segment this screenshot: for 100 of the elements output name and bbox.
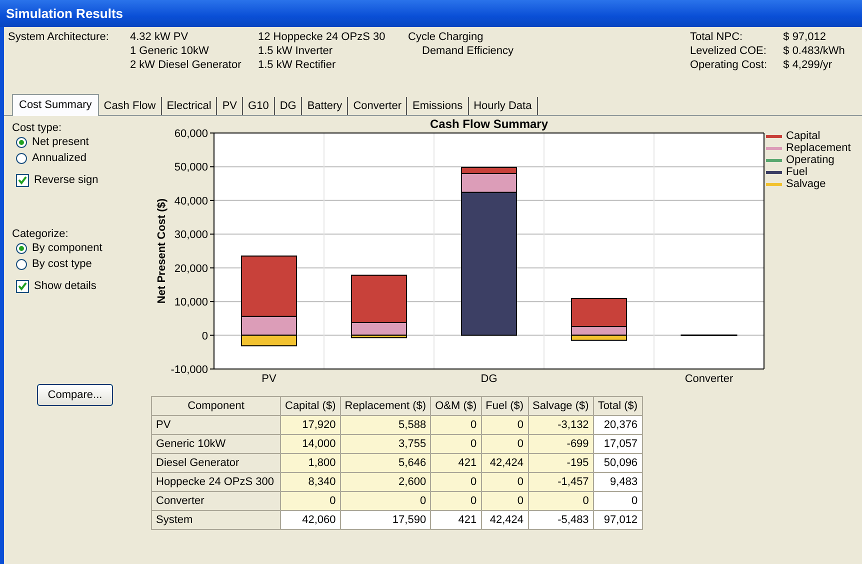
table-cell: 17,057 (593, 434, 642, 454)
group-label: Categorize: (12, 228, 70, 240)
column-header: Fuel ($) (481, 396, 528, 416)
y-tick-label: 0 (202, 330, 208, 342)
table-cell: 0 (280, 492, 340, 510)
table-cell: 0 (481, 434, 528, 454)
table-cell: 20,376 (593, 416, 642, 434)
tab[interactable]: Battery (302, 97, 348, 115)
table-cell: -5,483 (528, 510, 594, 530)
table-cell: Diesel Generator (152, 454, 280, 472)
total-label: Total NPC: (690, 31, 744, 43)
table-cell: 42,424 (481, 510, 528, 530)
legend-label: Replacement (786, 142, 851, 154)
table-cell: 421 (430, 454, 482, 472)
table-cell: 5,588 (340, 416, 431, 434)
table-cell: 42,060 (280, 510, 340, 530)
column-header: Replacement ($) (340, 396, 431, 416)
tab[interactable]: DG (274, 97, 302, 115)
legend-label: Salvage (786, 178, 826, 190)
table-cell: 50,096 (593, 454, 642, 472)
table-cell: 42,424 (481, 454, 528, 472)
column-header: Capital ($) (280, 396, 340, 416)
option-label: Net present (32, 136, 89, 148)
table-cell: PV (152, 416, 280, 434)
tab[interactable]: Cash Flow (98, 97, 162, 115)
group-label: Cost type: (12, 122, 63, 134)
total-value: $ 0.483/kWh (783, 45, 846, 57)
chart-title: Cash Flow Summary (430, 117, 548, 131)
architecture-item: 1 Generic 10kW (130, 45, 210, 57)
table-cell: 0 (430, 492, 482, 510)
tab[interactable]: G10 (243, 97, 275, 115)
architecture-item: 1.5 kW Inverter (258, 45, 334, 57)
legend-label: Fuel (786, 166, 808, 178)
y-tick-label: 50,000 (174, 162, 208, 174)
total-label: Levelized COE: (690, 45, 768, 57)
table-cell: 0 (481, 492, 528, 510)
total-label: Operating Cost: (690, 59, 768, 71)
checkbox-label: Show details (34, 280, 96, 292)
checkbox-label: Reverse sign (34, 174, 98, 186)
x-tick-label: Converter (684, 373, 734, 385)
tab[interactable]: Emissions (407, 97, 469, 115)
tab[interactable]: Electrical (162, 97, 218, 115)
tab[interactable]: PV (217, 97, 244, 115)
architecture-item: Cycle Charging (408, 31, 484, 43)
window-title: Simulation Results (0, 0, 862, 27)
y-axis-title: Net Present Cost ($) (156, 198, 168, 304)
option-label: By cost type (32, 258, 92, 270)
table-cell: 0 (593, 492, 642, 510)
architecture-label: System Architecture: (8, 31, 110, 45)
x-tick-label: PV (262, 373, 276, 385)
y-tick-label: 30,000 (174, 229, 208, 242)
column-header: Salvage ($) (528, 396, 594, 416)
tab[interactable]: Cost Summary (12, 94, 99, 116)
table-cell: 8,340 (280, 472, 340, 492)
column-header: Component (152, 396, 280, 416)
table-cell: 421 (430, 510, 482, 530)
compare-button[interactable]: Compare... (37, 384, 113, 406)
table-cell: 1,800 (280, 454, 340, 472)
table-cell: 0 (481, 416, 528, 434)
table-cell: -1,457 (528, 472, 594, 492)
option-label: Annualized (32, 152, 86, 164)
architecture-item: 2 kW Diesel Generator (130, 59, 242, 71)
table-cell: 0 (528, 492, 594, 510)
architecture-item: 12 Hoppecke 24 OPzS 30 (258, 31, 386, 43)
y-tick-label: 60,000 (174, 128, 208, 140)
x-tick-label: DG (480, 373, 498, 385)
table-cell: 17,920 (280, 416, 340, 434)
table-cell: -699 (528, 434, 594, 454)
y-tick-label: 20,000 (174, 262, 208, 275)
y-tick-label: -10,000 (170, 364, 208, 376)
architecture-item: 1.5 kW Rectifier (258, 59, 337, 71)
column-header: Total ($) (593, 396, 642, 416)
table-cell: 14,000 (280, 434, 340, 454)
y-tick-label: 40,000 (174, 195, 208, 208)
table-cell: 0 (481, 472, 528, 492)
total-value: $ 4,299/yr (783, 59, 834, 71)
table-cell: 0 (430, 434, 482, 454)
table-cell: 0 (340, 492, 431, 510)
total-value: $ 97,012 (783, 31, 827, 43)
table-cell: 9,483 (593, 472, 642, 492)
architecture-item: Demand Efficiency (421, 45, 514, 57)
legend-label: Capital (786, 130, 820, 142)
table-cell: System (152, 510, 280, 530)
table-cell: 5,646 (340, 454, 431, 472)
table-cell: Generic 10kW (152, 434, 280, 454)
table-cell: -3,132 (528, 416, 594, 434)
table-cell: 3,755 (340, 434, 431, 454)
legend-label: Operating (786, 154, 834, 166)
table-cell: 17,590 (340, 510, 431, 530)
option-label: By component (32, 242, 102, 254)
table-cell: 0 (430, 472, 482, 492)
table-cell: Converter (152, 492, 280, 510)
tab[interactable]: Converter (348, 97, 408, 115)
table-cell: 0 (430, 416, 482, 434)
table-cell: -195 (528, 454, 594, 472)
tab[interactable]: Hourly Data (468, 97, 538, 115)
y-tick-label: 10,000 (174, 296, 208, 309)
table-cell: 2,600 (340, 472, 431, 492)
table-cell: 97,012 (593, 510, 642, 530)
column-header: O&M ($) (430, 396, 482, 416)
